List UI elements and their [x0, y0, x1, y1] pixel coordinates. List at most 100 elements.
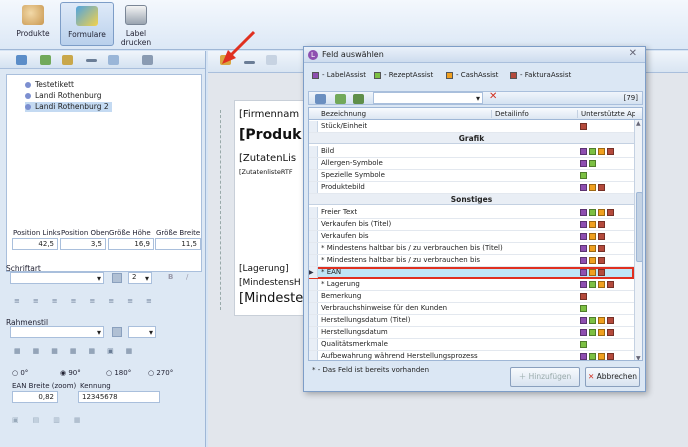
frame-width-select[interactable]	[128, 326, 156, 338]
field-row[interactable]: Aufbewahrung während Herstellungsprozess	[309, 351, 634, 360]
paper-field[interactable]: [ZutatenLis	[239, 153, 305, 164]
font-color-button[interactable]	[112, 273, 122, 283]
row-indicator	[309, 121, 318, 132]
expand-icon[interactable]	[335, 94, 346, 104]
font-select[interactable]	[10, 272, 104, 284]
field-row[interactable]: Produktebild	[309, 182, 634, 194]
rotation-180-radio[interactable]: ○ 180°	[106, 369, 131, 377]
field-row[interactable]: * Mindestens haltbar bis / zu verbrauche…	[309, 243, 634, 255]
field-row[interactable]: Herstellungsdatum (Titel)	[309, 315, 634, 327]
paper-field[interactable]: [Mindeste	[239, 291, 305, 306]
field-row[interactable]: * Lagerung	[309, 279, 634, 291]
frame-style-select[interactable]	[10, 326, 104, 338]
column-header[interactable]: Bezeichnung	[321, 110, 366, 118]
bottom-toolbar-icons[interactable]: ▣▤▥▦	[12, 416, 94, 424]
scroll-thumb[interactable]	[636, 192, 642, 262]
legend-label: - FakturaAssist	[520, 71, 572, 79]
export-icon[interactable]	[142, 55, 153, 65]
border-icons[interactable]: ▦▦▦▦▦▣▦	[14, 347, 144, 355]
field-row[interactable]: * Mindestens haltbar bis / zu verbrauche…	[309, 255, 634, 267]
field-row[interactable]: Bild	[309, 146, 634, 158]
tree-item-selected[interactable]: Landi Rothenburg 2	[25, 102, 112, 112]
rotation-0-radio[interactable]: ○ 0°	[12, 369, 28, 377]
paper-field[interactable]: [Lagerung]	[239, 264, 305, 274]
size-width-field[interactable]: 11,5	[155, 238, 201, 250]
close-icon[interactable]: ✕	[629, 48, 637, 59]
forms-button[interactable]: Formulare	[60, 2, 114, 46]
ean-width-label: EAN Breite (zoom)	[12, 382, 77, 390]
italic-icon[interactable]: /	[186, 273, 188, 281]
scroll-up-icon[interactable]: ▲	[636, 120, 641, 127]
app-marks	[580, 160, 598, 168]
size-height-label: Größe Höhe	[109, 229, 151, 237]
bold-icon[interactable]: B	[168, 273, 173, 281]
field-name: Qualitätsmerkmale	[321, 340, 388, 348]
field-row[interactable]: Herstellungsdatum	[309, 327, 634, 339]
row-indicator	[309, 327, 318, 338]
field-row[interactable]: Verkaufen bis (Titel)	[309, 219, 634, 231]
app-marks	[580, 317, 616, 325]
clear-filter-icon[interactable]: ✕	[489, 91, 497, 102]
properties-panel: Testetikett Landi Rothenburg Landi Rothe…	[0, 51, 206, 447]
align-icons[interactable]: ≡≡≡≡≡≡≡≡	[14, 297, 165, 305]
field-name: Spezielle Symbole	[321, 171, 385, 179]
app-marks	[580, 353, 616, 360]
print-labels-button[interactable]: Label drucken	[114, 2, 158, 47]
app-mark	[589, 353, 596, 360]
paper-field[interactable]: [ZutatenlisteRTF	[239, 168, 305, 176]
app-mark	[580, 172, 587, 179]
field-row[interactable]: Bemerkung	[309, 291, 634, 303]
app-marks	[580, 269, 607, 277]
duplicate-icon[interactable]	[108, 55, 119, 65]
field-row[interactable]: ▶ * EAN	[309, 267, 634, 279]
scroll-down-icon[interactable]: ▼	[636, 355, 641, 360]
add-button[interactable]: ＋ Hinzufügen	[510, 367, 580, 387]
paper-field[interactable]: [MindestensH	[239, 278, 305, 288]
frame-color-button[interactable]	[112, 327, 122, 337]
ean-id-field[interactable]: 12345678	[78, 391, 160, 403]
filter-select[interactable]	[373, 92, 483, 104]
group-row[interactable]: Sonstiges	[309, 194, 634, 205]
field-row[interactable]: Spezielle Symbole	[309, 170, 634, 182]
cancel-button[interactable]: ✕ Abbrechen	[585, 367, 640, 387]
row-indicator	[309, 182, 318, 193]
field-row[interactable]: Verkaufen bis	[309, 231, 634, 243]
layout-icon[interactable]	[315, 94, 326, 104]
tree-item[interactable]: Landi Rothenburg	[25, 91, 102, 101]
paper-field[interactable]: [Produk	[239, 127, 305, 143]
app-marks	[580, 257, 607, 265]
legend-label: - CashAssist	[456, 71, 499, 79]
grid-scrollbar[interactable]: ▲ ▼	[634, 120, 642, 360]
position-top-field[interactable]: 3,5	[60, 238, 106, 250]
add-icon[interactable]	[16, 55, 27, 65]
copy-element-icon[interactable]	[266, 55, 277, 65]
edit-icon[interactable]	[62, 55, 73, 65]
field-row[interactable]: Qualitätsmerkmale	[309, 339, 634, 351]
rotation-90-radio[interactable]: ◉ 90°	[60, 369, 81, 377]
field-row[interactable]: Freier Text	[309, 207, 634, 219]
rotation-270-radio[interactable]: ○ 270°	[148, 369, 173, 377]
app-mark	[589, 221, 596, 228]
column-header[interactable]: Unterstützte App	[577, 110, 635, 118]
tree-item[interactable]: Testetikett	[25, 80, 74, 90]
field-row[interactable]: Stück/Einheit	[309, 121, 634, 133]
products-button[interactable]: Produkte	[6, 2, 60, 46]
remove-icon[interactable]	[86, 59, 97, 62]
app-mark	[589, 317, 596, 324]
field-row[interactable]: Allergen-Symbole	[309, 158, 634, 170]
position-left-field[interactable]: 42,5	[12, 238, 58, 250]
collapse-icon[interactable]	[353, 94, 364, 104]
paper-field[interactable]: [Firmennam	[239, 109, 305, 120]
app-marks	[580, 148, 616, 156]
font-size-select[interactable]: 2	[128, 272, 152, 284]
size-height-field[interactable]: 16,9	[108, 238, 154, 250]
group-row[interactable]: Grafik	[309, 133, 634, 144]
label-paper[interactable]: [Firmennam [Produk [ZutatenLis [Zutatenl…	[234, 100, 304, 316]
field-row[interactable]: Verbrauchshinweise für den Kunden	[309, 303, 634, 315]
app-mark	[580, 329, 587, 336]
app-mark	[598, 148, 605, 155]
ean-width-field[interactable]: 0,82	[12, 391, 58, 403]
column-header[interactable]: Detailinfo	[491, 110, 529, 118]
app-marks	[580, 341, 589, 349]
copy-icon[interactable]	[40, 55, 51, 65]
